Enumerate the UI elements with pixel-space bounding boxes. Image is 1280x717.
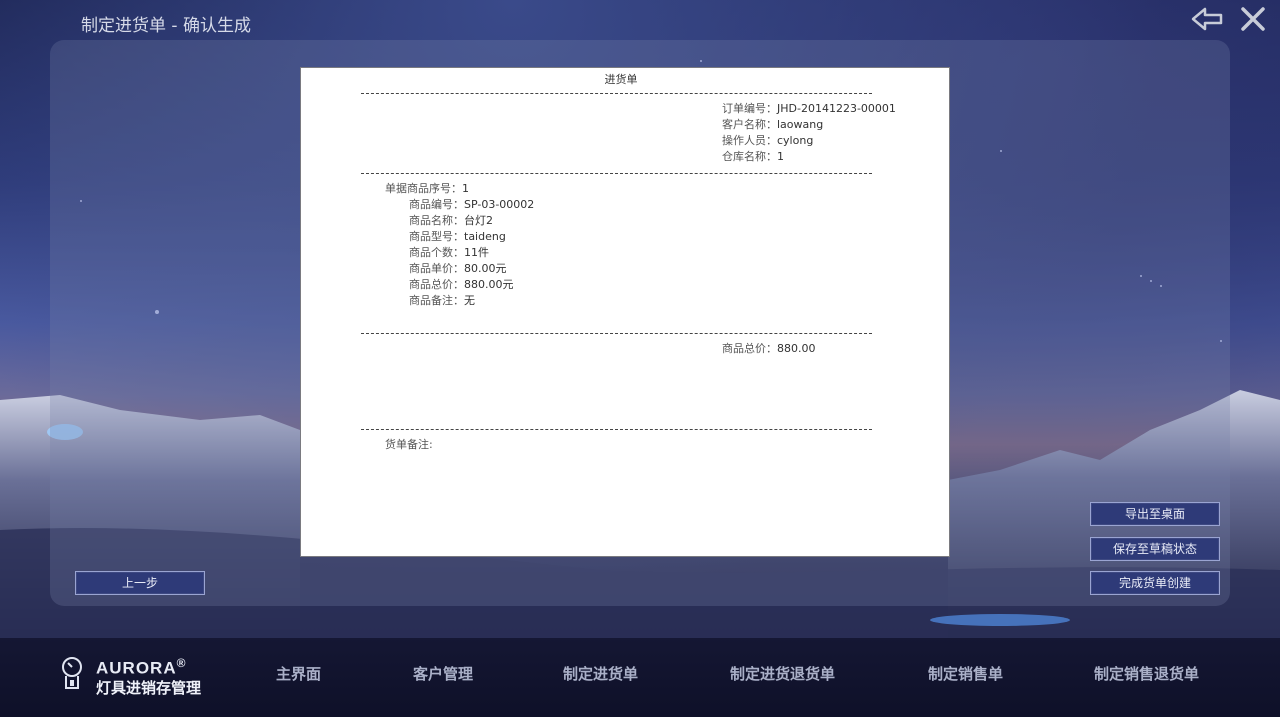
item-total-price-row: 商品总价：880.00元 bbox=[409, 278, 514, 291]
export-desktop-button[interactable]: 导出至桌面 bbox=[1090, 502, 1220, 526]
save-draft-button[interactable]: 保存至草稿状态 bbox=[1090, 537, 1220, 561]
divider bbox=[361, 333, 872, 334]
bottom-nav: AURORA® 灯具进销存管理 主界面 客户管理 制定进货单 制定进货退货单 制… bbox=[0, 638, 1280, 717]
order-number-row: 订单编号：JHD-20141223-00001 bbox=[722, 102, 896, 115]
back-arrow-icon bbox=[1191, 7, 1223, 31]
document-title: 进货单 bbox=[604, 73, 638, 86]
divider bbox=[361, 429, 872, 430]
item-model-row: 商品型号：taideng bbox=[409, 230, 506, 243]
divider bbox=[361, 93, 872, 94]
item-count-row: 商品个数：11件 bbox=[409, 246, 489, 259]
item-code-row: 商品编号：SP-03-00002 bbox=[409, 198, 535, 211]
item-remark-row: 商品备注：无 bbox=[409, 294, 475, 307]
nav-sales-order[interactable]: 制定销售单 bbox=[928, 663, 1003, 684]
warehouse-row: 仓库名称：1 bbox=[722, 150, 784, 163]
finish-order-button[interactable]: 完成货单创建 bbox=[1090, 571, 1220, 595]
nav-main[interactable]: 主界面 bbox=[276, 663, 321, 684]
close-icon bbox=[1241, 7, 1265, 31]
operator-row: 操作人员：cylong bbox=[722, 134, 814, 147]
window-title: 制定进货单 - 确认生成 bbox=[81, 16, 251, 36]
nav-sales-return[interactable]: 制定销售退货单 bbox=[1094, 663, 1199, 684]
purchase-order-preview[interactable]: 进货单 订单编号：JHD-20141223-00001 客户名称：laowang… bbox=[300, 67, 950, 557]
nav-purchase-return[interactable]: 制定进货退货单 bbox=[730, 663, 835, 684]
close-button[interactable] bbox=[1238, 5, 1268, 33]
nav-customer-management[interactable]: 客户管理 bbox=[413, 663, 473, 684]
item-name-row: 商品名称：台灯2 bbox=[409, 214, 493, 227]
prev-step-button[interactable]: 上一步 bbox=[75, 571, 205, 595]
item-unit-price-row: 商品单价：80.00元 bbox=[409, 262, 507, 275]
order-remark-label: 货单备注: bbox=[385, 438, 433, 451]
logo-text-en: AURORA® bbox=[96, 656, 187, 678]
app-logo: AURORA® 灯具进销存管理 bbox=[60, 656, 230, 701]
nav-purchase-order[interactable]: 制定进货单 bbox=[563, 663, 638, 684]
divider bbox=[361, 173, 872, 174]
logo-text-cn: 灯具进销存管理 bbox=[96, 679, 202, 697]
lamp-icon bbox=[62, 657, 82, 689]
customer-name-row: 客户名称：laowang bbox=[722, 118, 824, 131]
grand-total-row: 商品总价：880.00 bbox=[722, 342, 816, 355]
back-button[interactable] bbox=[1190, 5, 1224, 33]
item-seq-row: 单据商品序号：1 bbox=[385, 182, 469, 195]
